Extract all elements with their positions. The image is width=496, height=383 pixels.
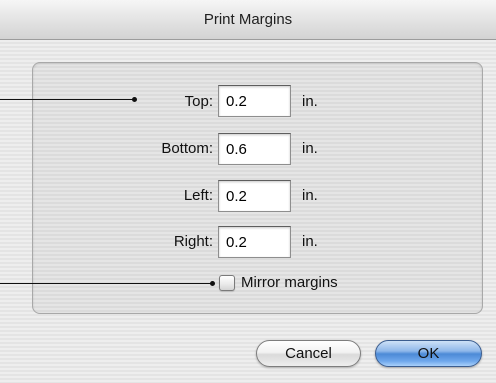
title-bar[interactable]: Print Margins xyxy=(0,0,496,40)
callout-dot-mirror xyxy=(210,281,215,286)
cancel-button[interactable]: Cancel xyxy=(256,340,361,367)
right-label: Right: xyxy=(173,233,213,250)
top-margin-field[interactable] xyxy=(218,85,291,117)
callout-line-top xyxy=(0,99,134,100)
right-unit: in. xyxy=(302,233,318,250)
left-label: Left: xyxy=(183,187,213,204)
bottom-unit: in. xyxy=(302,140,318,157)
mirror-margins-label[interactable]: Mirror margins xyxy=(241,273,338,293)
left-margin-field[interactable] xyxy=(218,180,291,212)
dialog-title: Print Margins xyxy=(203,11,293,28)
top-unit: in. xyxy=(302,93,318,110)
ok-button[interactable]: OK xyxy=(375,340,482,367)
left-unit: in. xyxy=(302,187,318,204)
bottom-margin-field[interactable] xyxy=(218,133,291,165)
bottom-label: Bottom: xyxy=(161,140,213,157)
callout-line-mirror xyxy=(0,283,212,284)
top-label: Top: xyxy=(184,93,213,110)
callout-dot-top xyxy=(132,97,137,102)
mirror-margins-checkbox[interactable] xyxy=(219,275,235,291)
right-margin-field[interactable] xyxy=(218,226,291,258)
